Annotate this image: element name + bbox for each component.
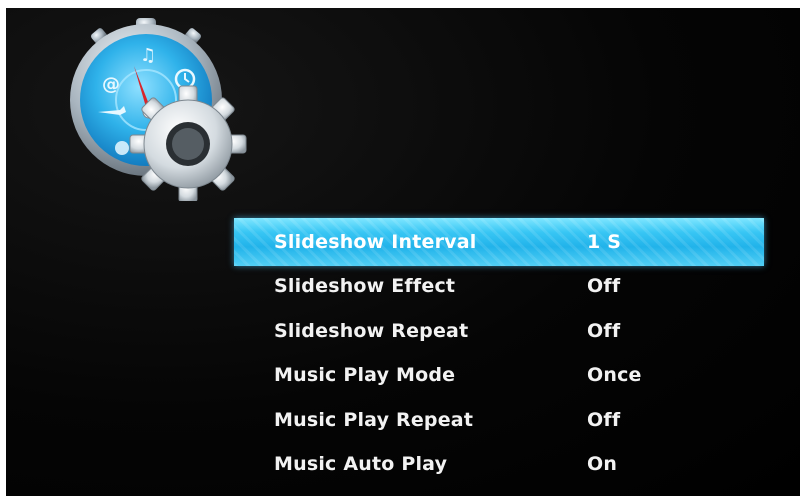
menu-item-value: Off <box>587 408 621 431</box>
menu-item-slideshow-effect[interactable]: Slideshow Effect Off <box>234 264 764 309</box>
menu-item-slideshow-repeat[interactable]: Slideshow Repeat Off <box>234 309 764 354</box>
menu-item-label: Slideshow Interval <box>274 231 477 253</box>
menu-item-value: Off <box>587 275 621 298</box>
menu-item-label: Music Play Repeat <box>274 408 474 431</box>
menu-item-slideshow-interval[interactable]: Slideshow Interval 1 S <box>234 218 764 266</box>
menu-item-music-auto-play[interactable]: Music Auto Play On <box>234 442 764 487</box>
clock-gear-settings-icon: @ ♫ <box>70 18 247 201</box>
menu-item-value: 1 S <box>587 231 622 253</box>
menu-item-music-play-mode[interactable]: Music Play Mode Once <box>234 353 764 398</box>
svg-text:♫: ♫ <box>140 45 156 66</box>
menu-item-music-play-repeat[interactable]: Music Play Repeat Off <box>234 398 764 443</box>
tv-screen: @ ♫ Slideshow Interval 1 S Slideshow Eff… <box>6 8 800 496</box>
menu-item-value: Off <box>587 319 621 342</box>
menu-item-label: Music Play Mode <box>274 364 456 387</box>
menu-item-label: Music Auto Play <box>274 453 448 476</box>
svg-text:@: @ <box>102 74 120 95</box>
menu-item-value: Once <box>587 364 642 387</box>
settings-menu: Slideshow Interval 1 S Slideshow Effect … <box>234 218 764 487</box>
menu-item-label: Slideshow Repeat <box>274 319 469 342</box>
menu-item-value: On <box>587 453 618 476</box>
menu-item-label: Slideshow Effect <box>274 275 456 298</box>
